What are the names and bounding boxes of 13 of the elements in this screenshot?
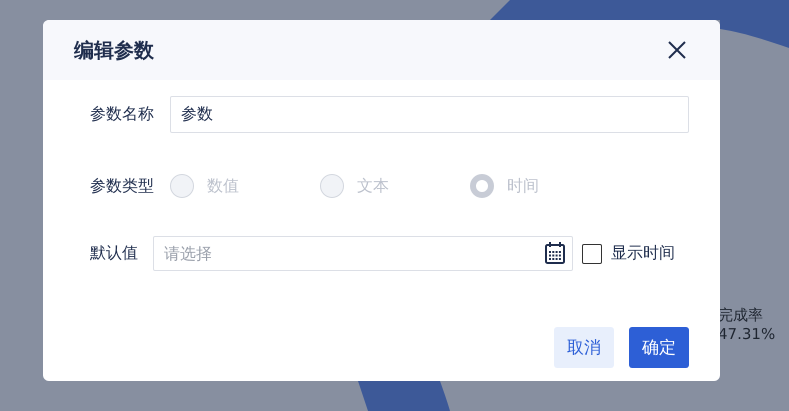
field-label: 参数类型 — [90, 176, 154, 196]
calendar-icon — [545, 242, 565, 264]
input-field[interactable]: 参数 — [170, 96, 689, 133]
close-icon — [666, 39, 688, 61]
close-button[interactable] — [666, 39, 688, 61]
cancel-button[interactable]: 取消 — [554, 327, 614, 368]
show-time-checkbox[interactable]: 显示时间 — [582, 243, 675, 264]
dialog-title: 编辑参数 — [74, 36, 154, 64]
metric-value: 47.31% — [718, 325, 776, 343]
field-label: 默认值 — [90, 243, 138, 264]
confirm-button[interactable]: 确定 — [629, 327, 689, 368]
date-field[interactable]: 请选择 — [153, 236, 573, 271]
field-label: 参数名称 — [90, 104, 154, 125]
